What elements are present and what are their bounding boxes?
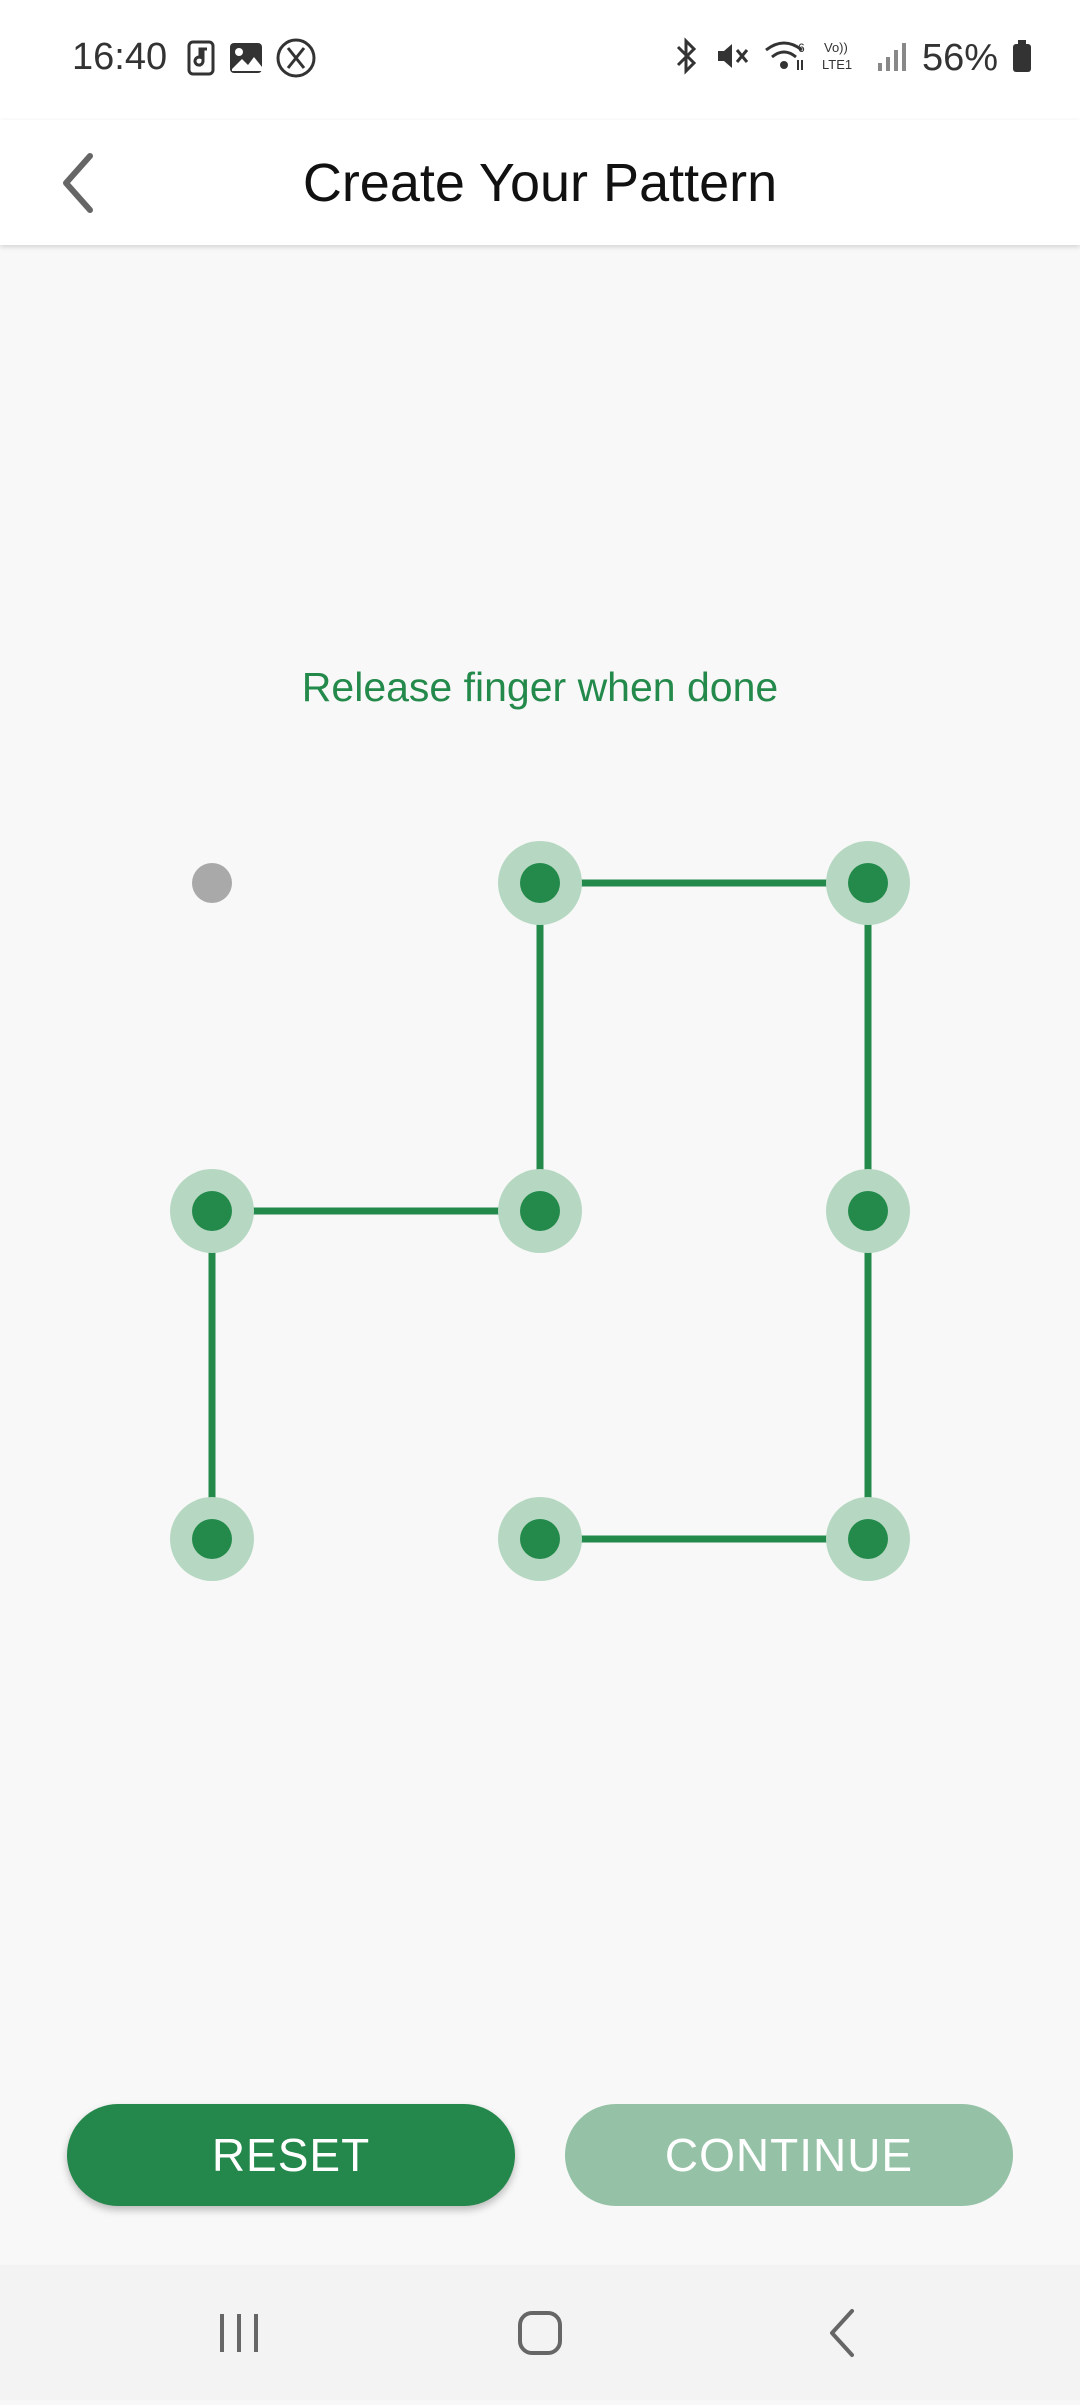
pattern-dot-selected[interactable]	[520, 863, 560, 903]
back-icon	[830, 2309, 854, 2357]
pattern-dot-selected[interactable]	[520, 1519, 560, 1559]
pattern-dot-selected[interactable]	[520, 1191, 560, 1231]
pattern-dot-selected[interactable]	[848, 1191, 888, 1231]
home-button[interactable]	[495, 2293, 585, 2373]
pattern-dot-selected[interactable]	[192, 1519, 232, 1559]
home-icon	[518, 2311, 562, 2355]
recents-icon	[220, 2314, 258, 2352]
reset-button[interactable]: RESET	[67, 2104, 515, 2206]
nav-back-button[interactable]	[797, 2293, 887, 2373]
pattern-dot-selected[interactable]	[848, 1519, 888, 1559]
continue-button[interactable]: CONTINUE	[565, 2104, 1013, 2206]
pattern-grid[interactable]	[0, 0, 1080, 2400]
recents-button[interactable]	[194, 2293, 284, 2373]
navigation-bar	[0, 2265, 1080, 2400]
pattern-dot-selected[interactable]	[848, 863, 888, 903]
pattern-dot[interactable]	[192, 863, 232, 903]
pattern-lock	[0, 0, 1080, 2400]
pattern-dot-selected[interactable]	[192, 1191, 232, 1231]
